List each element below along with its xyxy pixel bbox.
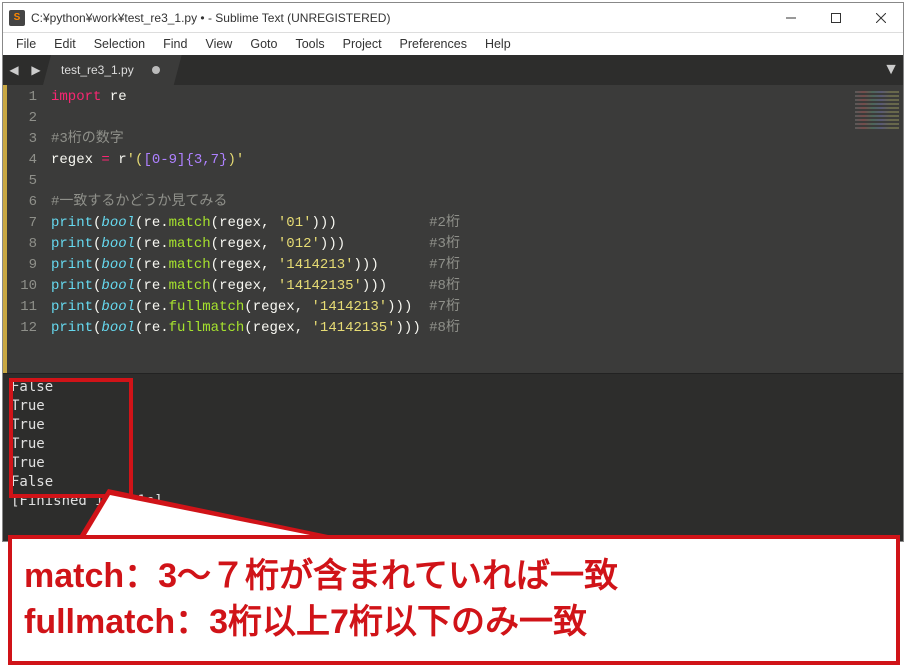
menu-edit[interactable]: Edit (45, 35, 85, 53)
menu-preferences[interactable]: Preferences (391, 35, 476, 53)
minimap-line (855, 95, 899, 97)
console-line: True (11, 397, 895, 416)
console-line: True (11, 454, 895, 473)
line-number: 12 (7, 318, 37, 339)
menu-file[interactable]: File (7, 35, 45, 53)
line-number: 4 (7, 150, 37, 171)
maximize-button[interactable] (813, 3, 858, 32)
menu-find[interactable]: Find (154, 35, 196, 53)
tab-label: test_re3_1.py (61, 63, 134, 77)
minimap-line (855, 123, 899, 125)
line-number: 1 (7, 87, 37, 108)
line-gutter: 1 2 3 4 5 6 7 8 9 10 11 12 (3, 85, 51, 373)
menu-tools[interactable]: Tools (286, 35, 333, 53)
minimap-line (855, 107, 899, 109)
line-number: 9 (7, 255, 37, 276)
line-number: 5 (7, 171, 37, 192)
menu-goto[interactable]: Goto (241, 35, 286, 53)
app-icon: S (9, 10, 25, 26)
line-number: 6 (7, 192, 37, 213)
line-number: 8 (7, 234, 37, 255)
console-line: True (11, 416, 895, 435)
minimap-line (855, 103, 899, 105)
console-line: False (11, 378, 895, 397)
window-title: C:¥python¥work¥test_re3_1.py • - Sublime… (31, 11, 768, 25)
app-window: S C:¥python¥work¥test_re3_1.py • - Subli… (2, 2, 904, 542)
maximize-icon (831, 13, 841, 23)
annotation-line-1: match：3～７桁が含まれていれば一致 (24, 554, 884, 600)
console-line: True (11, 435, 895, 454)
editor-area[interactable]: 1 2 3 4 5 6 7 8 9 10 11 12 import re #3桁… (3, 85, 903, 373)
line-number: 11 (7, 297, 37, 318)
minimap-line (855, 115, 899, 117)
minimap-line (855, 91, 899, 93)
close-icon (876, 13, 886, 23)
annotation-pointer-icon (80, 489, 328, 535)
minimap-line (855, 111, 899, 113)
tab-file[interactable]: test_re3_1.py (43, 55, 182, 85)
menu-selection[interactable]: Selection (85, 35, 154, 53)
annotation-line-2: fullmatch：3桁以上7桁以下のみ一致 (24, 600, 884, 646)
minimap-line (855, 119, 899, 121)
code-content[interactable]: import re #3桁の数字 regex = r'([0-9]{3,7})'… (51, 85, 851, 373)
minimize-icon (786, 13, 796, 23)
minimize-button[interactable] (768, 3, 813, 32)
line-number: 7 (7, 213, 37, 234)
menu-help[interactable]: Help (476, 35, 520, 53)
tab-dropdown-button[interactable]: ▼ (879, 55, 903, 85)
window-controls (768, 3, 903, 32)
tab-next-button[interactable]: ▶ (25, 55, 47, 85)
annotation-callout: match：3～７桁が含まれていれば一致 fullmatch：3桁以上7桁以下の… (8, 535, 900, 665)
menu-view[interactable]: View (196, 35, 241, 53)
tabbar: ◀ ▶ test_re3_1.py ▼ (3, 55, 903, 85)
menu-project[interactable]: Project (334, 35, 391, 53)
line-number: 2 (7, 108, 37, 129)
line-number: 3 (7, 129, 37, 150)
close-button[interactable] (858, 3, 903, 32)
dirty-indicator-icon (152, 66, 160, 74)
minimap-line (855, 127, 899, 129)
tab-spacer (182, 55, 879, 85)
tab-prev-button[interactable]: ◀ (3, 55, 25, 85)
minimap-line (855, 99, 899, 101)
menubar: File Edit Selection Find View Goto Tools… (3, 33, 903, 55)
line-number: 10 (7, 276, 37, 297)
minimap[interactable] (851, 85, 903, 373)
titlebar: S C:¥python¥work¥test_re3_1.py • - Subli… (3, 3, 903, 33)
